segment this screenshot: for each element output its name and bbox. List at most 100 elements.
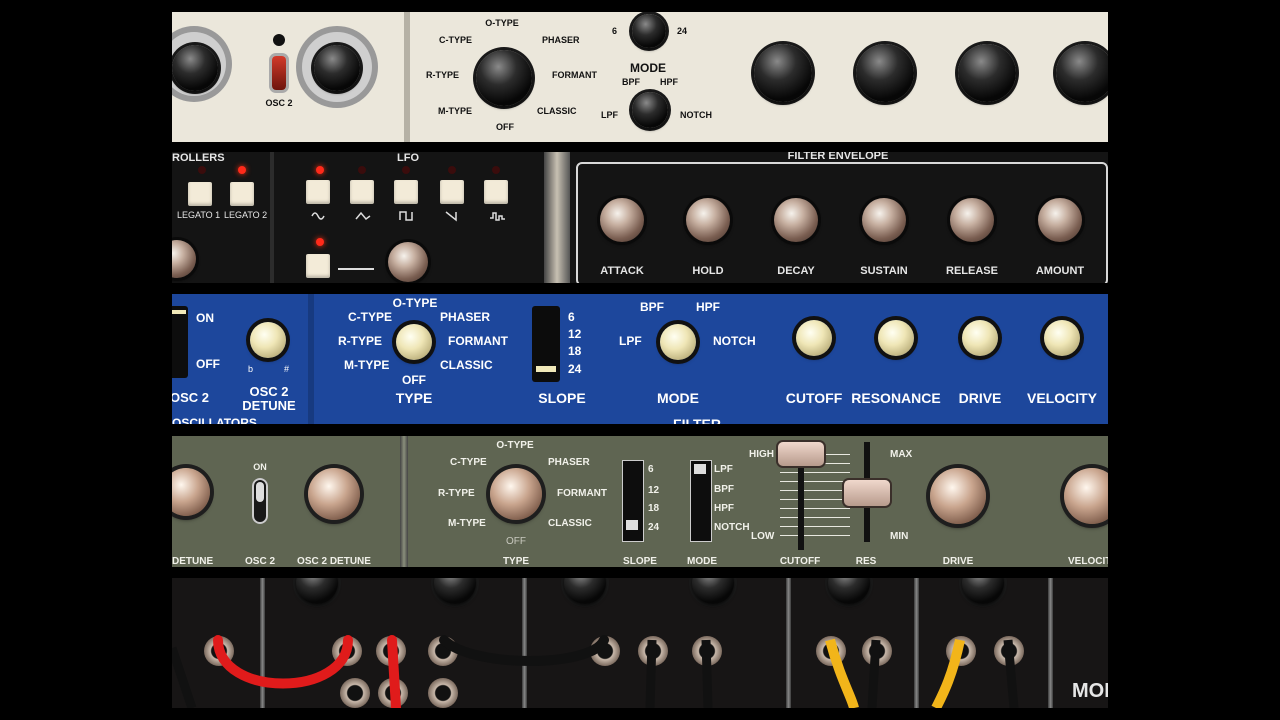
panel-divider — [308, 294, 314, 424]
type-option-phaser[interactable]: PHASER — [542, 35, 580, 45]
release-knob[interactable] — [950, 198, 994, 242]
type-option-classic[interactable]: CLASSIC — [548, 518, 592, 529]
type-option-ctype[interactable]: C-TYPE — [439, 35, 472, 45]
patch-cables — [172, 635, 1019, 708]
slope-option-24[interactable]: 24 — [648, 522, 659, 533]
slope-option-18[interactable]: 18 — [648, 503, 659, 514]
sustain-knob[interactable] — [862, 198, 906, 242]
drive-knob[interactable] — [958, 44, 1016, 102]
osc2-led — [273, 34, 285, 46]
type-option-off[interactable]: OFF — [506, 536, 526, 547]
type-option-classic[interactable]: CLASSIC — [440, 358, 493, 372]
type-option-off[interactable]: OFF — [402, 373, 426, 387]
slope-option-18[interactable]: 18 — [568, 344, 581, 358]
amount-knob[interactable] — [1038, 198, 1082, 242]
slope-option-24[interactable]: 24 — [568, 362, 581, 376]
lfo-wave-sine-button[interactable] — [306, 180, 330, 204]
type-option-mtype[interactable]: M-TYPE — [448, 518, 486, 529]
legato1-button[interactable] — [188, 182, 212, 206]
lfo-wave-triangle-button[interactable] — [350, 180, 374, 204]
legato2-label: LEGATO 2 — [224, 210, 268, 220]
lfo-wave-square-button[interactable] — [394, 180, 418, 204]
osc2-toggle-label: OSC 2 — [265, 98, 293, 108]
hold-knob[interactable] — [686, 198, 730, 242]
slope-option-12[interactable]: 12 — [648, 485, 659, 496]
osc2-toggle-switch[interactable] — [272, 56, 286, 90]
slope-switch-cap — [626, 520, 638, 530]
black-patch-cable — [867, 639, 881, 708]
detune-flat-symbol: b — [248, 364, 254, 374]
type-option-rtype[interactable]: R-TYPE — [426, 70, 459, 80]
cutoff-knob[interactable] — [754, 44, 812, 102]
type-option-mtype[interactable]: M-TYPE — [438, 106, 472, 116]
cutoff-slider-thumb[interactable] — [778, 442, 824, 466]
drive-knob[interactable] — [962, 320, 998, 356]
cutoff-knob[interactable] — [796, 320, 832, 356]
mode-option-lpf[interactable]: LPF — [714, 464, 733, 475]
mode-option-notch[interactable]: NOTCH — [713, 334, 756, 348]
type-selector-knob[interactable] — [476, 50, 532, 106]
type-option-formant[interactable]: FORMANT — [557, 488, 607, 499]
osc2-detune-knob[interactable] — [308, 468, 360, 520]
resonance-knob[interactable] — [878, 320, 914, 356]
type-option-off[interactable]: OFF — [496, 122, 514, 132]
mode-option-notch[interactable]: NOTCH — [680, 110, 712, 120]
type-option-mtype[interactable]: M-TYPE — [344, 358, 389, 372]
lfo-sync-button[interactable] — [306, 254, 330, 278]
osc1-detune-knob[interactable] — [172, 45, 218, 91]
slope-option-6[interactable]: 6 — [648, 464, 654, 475]
lfo-wave-saw-button[interactable] — [440, 180, 464, 204]
mode-selector-knob[interactable] — [660, 324, 696, 360]
detune-label-line2: DETUNE — [242, 398, 296, 413]
slope-option-6[interactable]: 6 — [568, 310, 575, 324]
mode-option-hpf[interactable]: HPF — [660, 77, 678, 87]
type-option-formant[interactable]: FORMANT — [448, 334, 508, 348]
type-option-classic[interactable]: CLASSIC — [537, 106, 577, 116]
velocity-knob[interactable] — [1044, 320, 1080, 356]
osc2-label: OSC 2 — [172, 390, 210, 405]
type-option-ctype[interactable]: C-TYPE — [348, 310, 392, 324]
glide-knob[interactable] — [172, 240, 196, 278]
mode-option-bpf[interactable]: BPF — [714, 484, 734, 495]
slope-selector-knob[interactable] — [632, 14, 666, 48]
mode-option-notch[interactable]: NOTCH — [714, 522, 750, 533]
type-option-rtype[interactable]: R-TYPE — [338, 334, 382, 348]
mode-option-hpf[interactable]: HPF — [696, 300, 720, 314]
slope-label: SLOPE — [623, 556, 657, 567]
type-option-phaser[interactable]: PHASER — [548, 457, 590, 468]
type-option-ctype[interactable]: C-TYPE — [450, 457, 487, 468]
type-option-formant[interactable]: FORMANT — [552, 70, 597, 80]
slope-option-12[interactable]: 12 — [568, 327, 581, 341]
lfo-wave-random-button[interactable] — [484, 180, 508, 204]
velocity-knob[interactable] — [1056, 44, 1108, 102]
slope-option-6[interactable]: 6 — [612, 26, 617, 36]
osc2-detune-knob[interactable] — [314, 45, 360, 91]
resonance-knob[interactable] — [856, 44, 914, 102]
lfo-wave-icons — [311, 211, 505, 222]
legato2-button[interactable] — [230, 182, 254, 206]
osc2-detune-knob[interactable] — [250, 322, 286, 358]
type-option-otype[interactable]: O-TYPE — [496, 440, 533, 451]
slope-option-24[interactable]: 24 — [677, 26, 687, 36]
type-selector-knob[interactable] — [490, 468, 542, 520]
mode-option-bpf[interactable]: BPF — [622, 77, 640, 87]
yellow-patch-cable — [825, 638, 859, 708]
type-option-otype[interactable]: O-TYPE — [393, 296, 438, 310]
osc2-switch[interactable] — [172, 306, 188, 378]
type-selector-knob[interactable] — [396, 324, 432, 360]
mode-selector-knob[interactable] — [632, 92, 668, 128]
attack-knob[interactable] — [600, 198, 644, 242]
drive-knob[interactable] — [930, 468, 986, 524]
lfo-rate-knob[interactable] — [388, 242, 428, 282]
mode-option-lpf[interactable]: LPF — [601, 110, 618, 120]
res-slider-thumb[interactable] — [844, 480, 890, 506]
velocity-knob[interactable] — [1064, 468, 1108, 524]
mode-option-bpf[interactable]: BPF — [640, 300, 664, 314]
detune-knob[interactable] — [172, 468, 210, 516]
type-option-phaser[interactable]: PHASER — [440, 310, 490, 324]
type-option-rtype[interactable]: R-TYPE — [438, 488, 475, 499]
type-option-otype[interactable]: O-TYPE — [485, 18, 519, 28]
mode-option-lpf[interactable]: LPF — [619, 334, 642, 348]
mode-option-hpf[interactable]: HPF — [714, 503, 734, 514]
decay-knob[interactable] — [774, 198, 818, 242]
